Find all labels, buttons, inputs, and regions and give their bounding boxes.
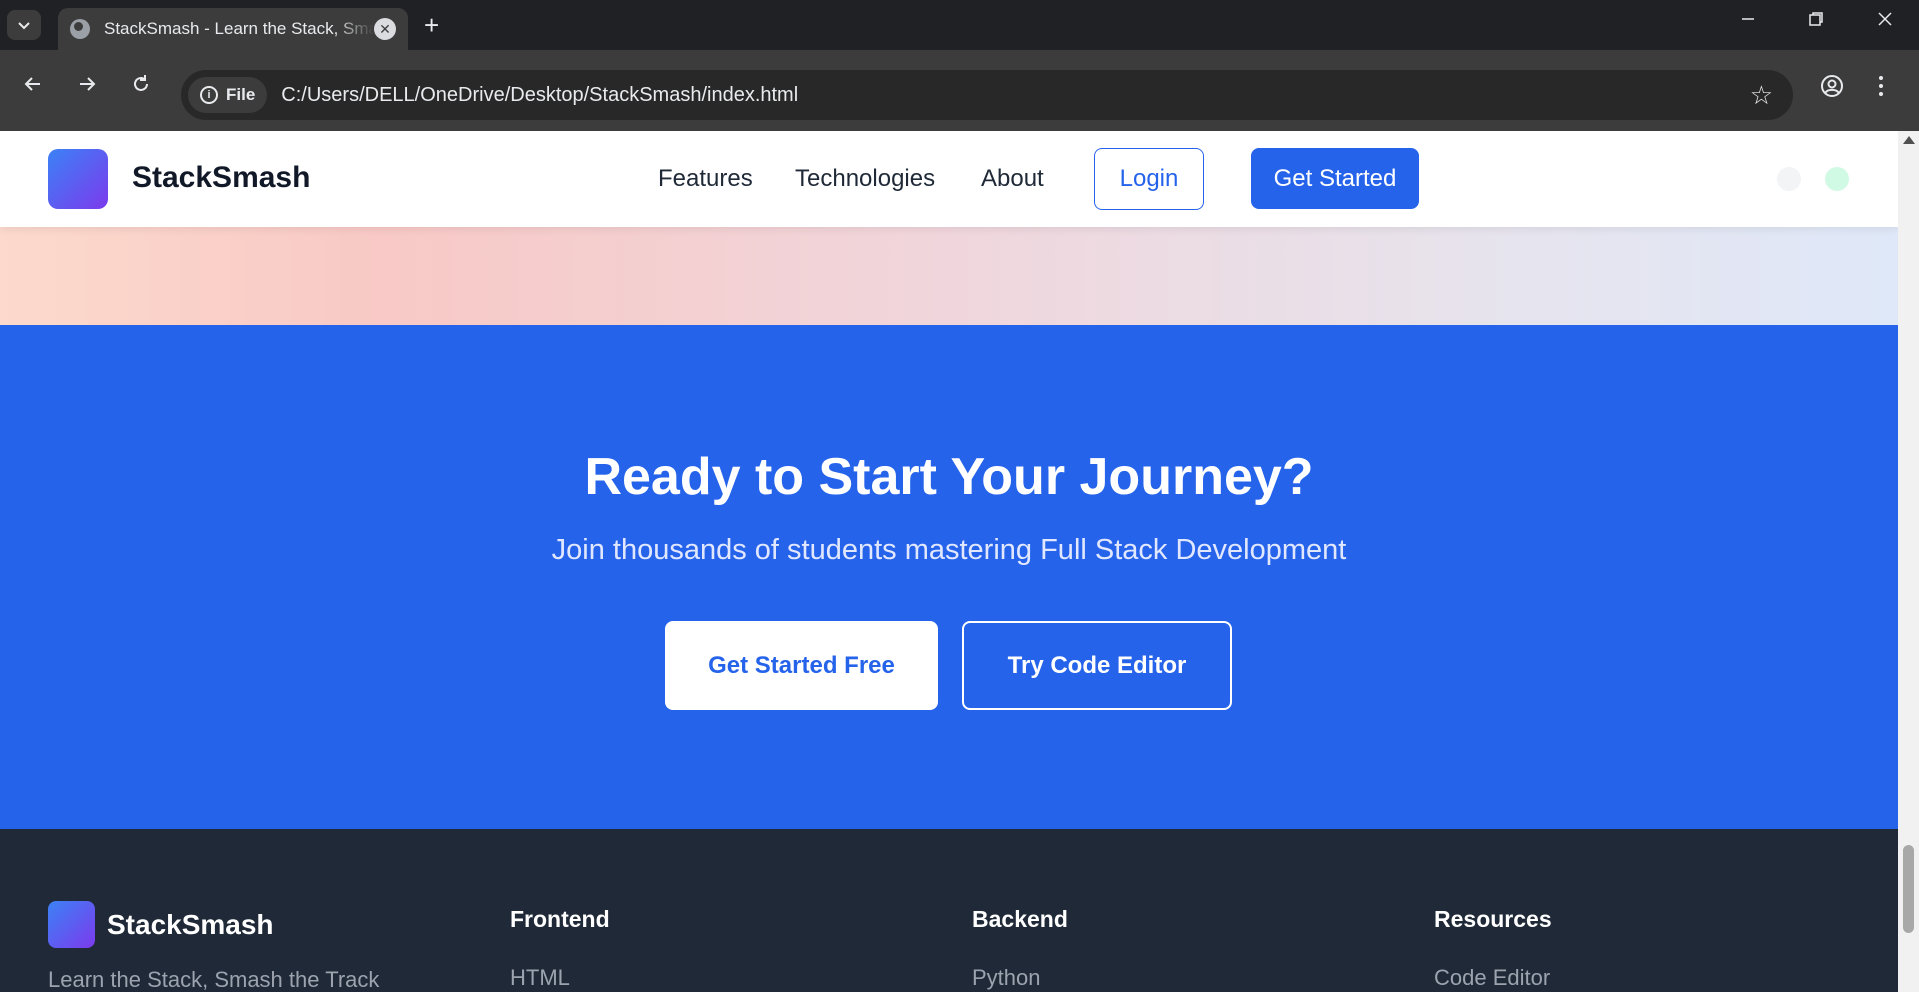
chevron-down-icon [18,22,30,30]
tab-title: StackSmash - Learn the Stack, Smash the … [104,19,374,38]
footer-heading-backend: Backend [972,906,1068,932]
site-footer: StackSmash Learn the Stack, Smash the Tr… [0,829,1898,992]
close-window-icon[interactable] [1865,10,1905,33]
login-button[interactable]: Login [1094,148,1204,210]
footer-heading-frontend: Frontend [510,906,610,932]
back-icon[interactable] [16,73,50,102]
site-info-chip[interactable]: i File [188,77,268,113]
brand-name[interactable]: StackSmash [132,161,310,195]
profile-icon[interactable] [1820,74,1844,105]
menu-kebab-icon[interactable] [1876,74,1886,105]
tab-search-button[interactable] [7,10,41,40]
footer-brand: StackSmash [107,909,274,940]
scroll-up-arrow-icon[interactable] [1903,136,1915,144]
nav-link-about[interactable]: About [981,165,1044,193]
cta-section: Ready to Start Your Journey? Join thousa… [0,325,1898,829]
nav-link-features[interactable]: Features [658,165,753,193]
address-bar[interactable]: i File C:/Users/DELL/OneDrive/Desktop/St… [181,70,1793,120]
try-code-editor-button[interactable]: Try Code Editor [962,621,1232,710]
get-started-button[interactable]: Get Started [1251,148,1419,209]
browser-toolbar: i File C:/Users/DELL/OneDrive/Desktop/St… [0,50,1919,131]
new-tab-button[interactable]: + [424,12,439,38]
site-info-label: File [226,85,256,104]
footer-tagline: Learn the Stack, Smash the Track [48,967,380,992]
footer-link-html[interactable]: HTML [510,965,570,991]
site-navbar: StackSmash Features Technologies About L… [0,131,1898,227]
tab-close-icon[interactable]: ✕ [374,18,396,40]
info-icon: i [200,86,218,104]
cta-title: Ready to Start Your Journey? [584,448,1314,506]
nav-link-technologies[interactable]: Technologies [795,165,935,193]
scrollbar-thumb[interactable] [1903,845,1914,933]
browser-tab-active[interactable]: StackSmash - Learn the Stack, Smash the … [58,8,408,50]
get-started-free-button[interactable]: Get Started Free [665,621,938,710]
reload-icon[interactable] [124,73,158,102]
status-dot [1825,167,1849,191]
cta-subtitle: Join thousands of students mastering Ful… [551,534,1347,566]
browser-tab-bar: StackSmash - Learn the Stack, Smash the … [0,0,1919,50]
bookmark-star-icon[interactable]: ☆ [1750,80,1773,111]
hero-bottom-gradient [0,227,1898,325]
page-scrollbar[interactable] [1898,131,1919,992]
globe-icon [70,19,90,39]
page-viewport: StackSmash Features Technologies About L… [0,131,1898,992]
minimize-icon[interactable] [1728,10,1768,33]
theme-toggle-dot[interactable] [1777,167,1801,191]
footer-logo [48,901,95,948]
url-text[interactable]: C:/Users/DELL/OneDrive/Desktop/StackSmas… [281,84,798,107]
forward-icon[interactable] [70,73,104,102]
footer-link-code-editor[interactable]: Code Editor [1434,965,1550,991]
restore-icon[interactable] [1796,10,1836,33]
footer-link-python[interactable]: Python [972,965,1041,991]
brand-logo[interactable] [48,149,108,209]
footer-heading-resources: Resources [1434,906,1552,932]
